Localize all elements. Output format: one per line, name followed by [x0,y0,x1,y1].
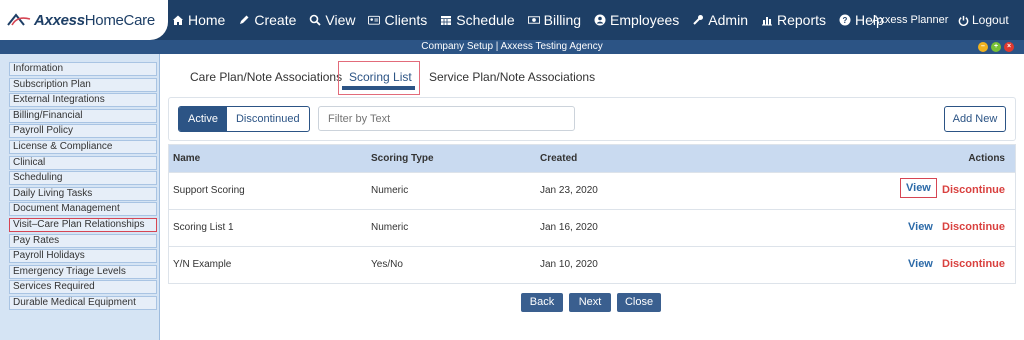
toolbar-panel: Active Discontinued Add New [168,97,1016,141]
bar-chart-icon [761,14,773,26]
sidebar-item-clinical[interactable]: Clinical [9,155,157,170]
logo-text: AxxessHomeCare [34,11,155,29]
minimize-icon[interactable]: – [978,42,988,52]
tab-bar: Care Plan/Note Associations Scoring List… [168,60,1016,96]
current-user: Axxess Planner [872,14,949,26]
sidebar-item-information[interactable]: Information [9,62,157,76]
add-new-button[interactable]: Add New [944,106,1006,132]
svg-text:?: ? [843,16,848,25]
sidebar-item-visit-care-plan-relationships[interactable]: Visit–Care Plan Relationships [9,217,157,232]
next-button[interactable]: Next [569,293,611,312]
sidebar-item-external-integrations[interactable]: External Integrations [9,93,157,108]
sidebar-item-durable-medical-equipment[interactable]: Durable Medical Equipment [9,295,157,310]
nav-home[interactable]: Home [172,12,225,28]
sidebar-item-services-required[interactable]: Services Required [9,280,157,295]
logo-mark-icon [7,13,31,26]
sidebar-item-pay-rates[interactable]: Pay Rates [9,233,157,248]
logout-button[interactable]: Logout [958,13,1009,27]
back-button[interactable]: Back [521,293,563,312]
tab-scoring-list-label: Scoring List [349,70,412,84]
column-header-scoring-type: Scoring Type [371,153,434,164]
cell-name: Support Scoring [173,185,245,196]
pencil-icon [238,14,250,26]
wrench-icon [692,14,704,26]
view-link[interactable]: View [908,258,933,270]
nav-schedule[interactable]: Schedule [440,12,515,28]
sidebar-item-billing-financial[interactable]: Billing/Financial [9,108,157,123]
top-navigation-bar: AxxessHomeCare Home Create View Clients … [0,0,1024,40]
window-controls: – + × [975,42,1014,52]
filter-input[interactable] [318,106,575,131]
window-title: Company Setup | Axxess Testing Agency [421,41,603,52]
cell-scoring-type: Numeric [371,185,409,196]
tab-service-plan-note-associations[interactable]: Service Plan/Note Associations [429,70,595,84]
cell-name: Scoring List 1 [173,222,234,233]
discontinue-link[interactable]: Discontinue [942,184,1005,196]
home-icon [172,14,184,26]
column-header-actions: Actions [968,153,1005,164]
sidebar-item-subscription-plan[interactable]: Subscription Plan [9,77,157,92]
cell-name: Y/N Example [173,259,232,270]
column-header-name: Name [173,153,201,164]
table-row: Scoring List 1 Numeric Jan 16, 2020 View… [169,209,1015,246]
cell-created: Jan 16, 2020 [540,222,598,233]
main-menu: Home Create View Clients Schedule Billin… [172,0,897,40]
nav-employees[interactable]: Employees [594,12,679,28]
sidebar-item-emergency-triage-levels[interactable]: Emergency Triage Levels [9,264,157,279]
status-toggle: Active Discontinued [178,106,310,132]
active-filter-button[interactable]: Active [179,107,227,131]
discontinued-filter-button[interactable]: Discontinued [227,107,309,131]
user-circle-icon [594,14,606,26]
table-row: Y/N Example Yes/No Jan 10, 2020 View Dis… [169,246,1015,283]
sidebar-item-license-compliance[interactable]: License & Compliance [9,139,157,154]
search-icon [309,14,322,26]
close-button[interactable]: Close [617,293,661,312]
table-header: Name Scoring Type Created Actions [169,145,1015,172]
money-icon [527,14,540,26]
tab-scoring-list[interactable]: Scoring List [338,61,420,95]
cell-created: Jan 10, 2020 [540,259,598,270]
calendar-icon [440,14,452,26]
active-tab-indicator [342,86,415,90]
cell-created: Jan 23, 2020 [540,185,598,196]
logo[interactable]: AxxessHomeCare [0,0,168,40]
maximize-icon[interactable]: + [991,42,1001,52]
nav-clients[interactable]: Clients [368,12,427,28]
nav-admin[interactable]: Admin [692,12,748,28]
close-icon[interactable]: × [1004,42,1014,52]
nav-view[interactable]: View [309,12,355,28]
sidebar-item-payroll-policy[interactable]: Payroll Policy [9,124,157,139]
tab-care-plan-note-associations[interactable]: Care Plan/Note Associations [190,70,342,84]
nav-billing[interactable]: Billing [527,12,581,28]
sidebar-item-document-management[interactable]: Document Management [9,202,157,217]
window-title-bar: Company Setup | Axxess Testing Agency – … [0,40,1024,54]
nav-create[interactable]: Create [238,12,296,28]
scoring-list-table: Name Scoring Type Created Actions Suppor… [168,144,1016,284]
nav-reports[interactable]: Reports [761,12,826,28]
id-card-icon [368,14,381,26]
column-header-created: Created [540,153,578,164]
wizard-navigation: Back Next Close [521,293,667,312]
settings-sidebar: Information Subscription Plan External I… [0,54,160,340]
cell-scoring-type: Numeric [371,222,409,233]
sidebar-item-payroll-holidays[interactable]: Payroll Holidays [9,249,157,264]
discontinue-link[interactable]: Discontinue [942,258,1005,270]
view-link[interactable]: View [908,221,933,233]
sidebar-item-scheduling[interactable]: Scheduling [9,171,157,186]
question-icon: ? [839,14,851,26]
sidebar-item-daily-living-tasks[interactable]: Daily Living Tasks [9,186,157,201]
view-link[interactable]: View [900,178,937,198]
cell-scoring-type: Yes/No [371,259,403,270]
discontinue-link[interactable]: Discontinue [942,221,1005,233]
power-icon [958,15,969,26]
table-row: Support Scoring Numeric Jan 23, 2020 Vie… [169,172,1015,209]
